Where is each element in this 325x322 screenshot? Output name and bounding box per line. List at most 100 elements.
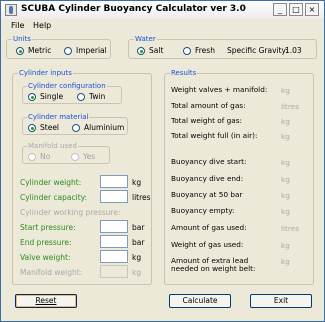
material-aluminium-radio[interactable]: Aluminium — [72, 123, 124, 132]
exit-button[interactable]: Exit — [250, 294, 312, 308]
minimize-icon[interactable]: _ — [273, 3, 287, 16]
start-pressure-unit: bar — [132, 223, 145, 232]
radio-unselected-icon — [72, 123, 80, 132]
result-label: Buoyancy dive end: — [171, 174, 244, 183]
manifold-weight-input[interactable] — [100, 265, 128, 278]
result-label: Amount of gas used: — [171, 223, 247, 232]
water-group: Water Salt Fresh Specific Gravity: 1.03 — [128, 35, 317, 59]
radio-selected-icon — [137, 46, 145, 55]
menu-help[interactable]: Help — [33, 21, 51, 30]
reset-button[interactable]: Reset — [15, 294, 77, 308]
cylinder-app-icon — [5, 4, 17, 16]
water-fresh-label: Fresh — [195, 46, 215, 55]
cylinder-weight-input[interactable] — [100, 175, 128, 188]
window-title: SCUBA Cylinder Buoyancy Calculator ver 3… — [21, 4, 246, 14]
valve-weight-unit: kg — [132, 253, 142, 262]
config-twin-label: Twin — [89, 92, 106, 101]
start-pressure-input[interactable] — [100, 220, 128, 233]
radio-selected-icon — [28, 123, 36, 132]
valve-weight-label: Valve weight: — [20, 253, 71, 262]
result-unit: kg — [281, 117, 290, 126]
title-bar[interactable]: SCUBA Cylinder Buoyancy Calculator ver 3… — [1, 1, 324, 20]
units-metric-label: Metric — [28, 46, 52, 55]
water-fresh-radio[interactable]: Fresh — [183, 46, 215, 55]
result-label: Buoyancy dive start: — [171, 157, 247, 166]
radio-selected-icon — [28, 92, 36, 101]
manifold-weight-label: Manifold weight: — [20, 268, 83, 277]
result-label: Buoyancy at 50 bar — [171, 190, 243, 199]
result-label: Total weight full (in air): — [171, 131, 258, 140]
units-imperial-radio[interactable]: Imperial — [64, 46, 107, 55]
working-pressure-label: Cylinder working pressure: — [20, 208, 121, 217]
result-label: Total weight of gas: — [171, 116, 242, 125]
calculate-button[interactable]: Calculate — [169, 294, 231, 308]
result-unit: kg — [281, 158, 290, 167]
cylinder-capacity-label: Cylinder capacity: — [20, 193, 88, 202]
material-steel-label: Steel — [40, 123, 60, 132]
result-unit: kg — [281, 257, 290, 266]
radio-selected-icon — [16, 46, 24, 55]
calculate-button-label: Calculate — [182, 296, 218, 305]
result-label: Weight of gas used: — [171, 240, 244, 249]
result-label: Total amount of gas: — [171, 101, 246, 110]
cylinder-configuration-group: Cylinder configuration Single Twin — [22, 82, 122, 104]
radio-unselected-icon — [64, 46, 72, 55]
cylinder-capacity-input[interactable] — [100, 190, 128, 203]
reset-button-label: Reset — [35, 296, 57, 305]
cylinder-inputs-group: Cylinder inputs Cylinder configuration S… — [12, 69, 152, 285]
specific-gravity-label: Specific Gravity: — [227, 46, 288, 55]
manifold-used-legend: Manifold used — [27, 142, 78, 150]
radio-unselected-icon — [77, 92, 85, 101]
result-unit: litres — [281, 224, 300, 233]
result-unit: kg — [281, 241, 290, 250]
result-unit: litres — [281, 102, 300, 111]
cylinder-configuration-legend: Cylinder configuration — [27, 82, 107, 90]
result-unit: kg — [281, 86, 290, 95]
units-metric-radio[interactable]: Metric — [16, 46, 51, 55]
cylinder-capacity-unit: litres — [132, 193, 151, 202]
cylinder-inputs-legend: Cylinder inputs — [18, 69, 73, 77]
units-group: Units Metric Imperial — [6, 35, 111, 59]
results-group: Results Weight valves + manifold: kg Tot… — [164, 69, 314, 285]
radio-unselected-icon — [183, 46, 191, 55]
water-salt-label: Salt — [149, 46, 164, 55]
end-pressure-input[interactable] — [100, 235, 128, 248]
exit-button-label: Exit — [273, 296, 289, 305]
close-icon[interactable]: × — [305, 3, 319, 16]
cylinder-weight-label: Cylinder weight: — [20, 178, 82, 187]
maximize-icon[interactable]: □ — [289, 3, 303, 16]
units-legend: Units — [12, 35, 32, 43]
manifold-no-radio[interactable]: No — [28, 152, 50, 161]
menu-bar: File Help — [1, 19, 324, 33]
specific-gravity-value: 1.03 — [285, 46, 302, 55]
cylinder-material-group: Cylinder material Steel Aluminium — [22, 113, 128, 135]
result-unit: kg — [281, 207, 290, 216]
result-label: Amount of extra lead needed on weight be… — [171, 256, 256, 273]
result-unit: kg — [281, 175, 290, 184]
app-window: SCUBA Cylinder Buoyancy Calculator ver 3… — [0, 0, 325, 322]
config-single-label: Single — [40, 92, 64, 101]
cylinder-material-legend: Cylinder material — [27, 113, 90, 121]
start-pressure-label: Start pressure: — [20, 223, 76, 232]
end-pressure-unit: bar — [132, 238, 145, 247]
end-pressure-label: End pressure: — [20, 238, 72, 247]
result-unit: kg — [281, 132, 290, 141]
menu-file[interactable]: File — [11, 21, 24, 30]
manifold-yes-label: Yes — [83, 152, 96, 161]
manifold-used-group: Manifold used No Yes — [22, 142, 110, 164]
valve-weight-input[interactable] — [100, 250, 128, 263]
material-aluminium-label: Aluminium — [84, 123, 125, 132]
manifold-yes-radio[interactable]: Yes — [71, 152, 95, 161]
material-steel-radio[interactable]: Steel — [28, 123, 59, 132]
radio-disabled-icon — [28, 152, 36, 161]
units-imperial-label: Imperial — [76, 46, 107, 55]
water-salt-radio[interactable]: Salt — [137, 46, 163, 55]
config-twin-radio[interactable]: Twin — [77, 92, 105, 101]
result-label: Buoyancy empty: — [171, 206, 235, 215]
config-single-radio[interactable]: Single — [28, 92, 63, 101]
water-legend: Water — [134, 35, 157, 43]
manifold-weight-unit: kg — [132, 268, 142, 277]
radio-disabled-icon — [71, 152, 79, 161]
results-legend: Results — [170, 69, 198, 77]
result-unit: kg — [281, 191, 290, 200]
